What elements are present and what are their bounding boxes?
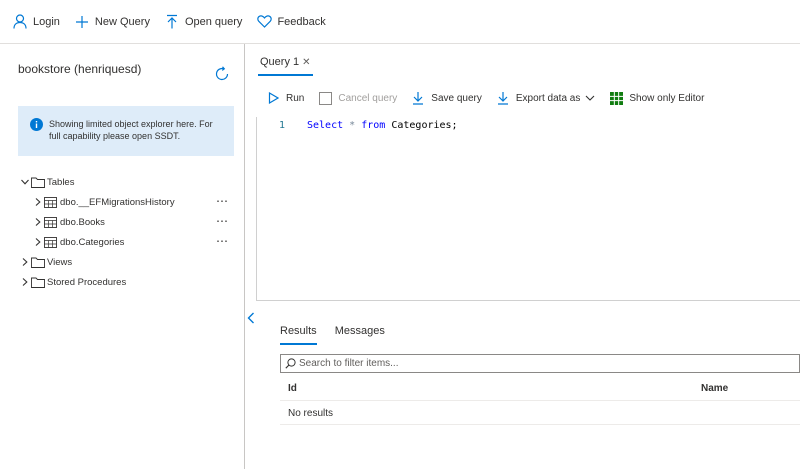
tab-results[interactable]: Results	[280, 325, 317, 345]
tree-node-table[interactable]: dbo.__EFMigrationsHistory	[33, 192, 175, 212]
code-identifier: Categories;	[391, 120, 458, 131]
tree-label-stored-procedures: Stored Procedures	[47, 276, 127, 288]
export-data-button[interactable]: Export data as	[496, 91, 595, 105]
info-message: Showing limited object explorer here. Fo…	[49, 119, 213, 141]
chevron-down-icon	[585, 94, 595, 102]
tree-label-views: Views	[47, 256, 73, 268]
results-tabs: Results Messages	[280, 325, 403, 345]
table-name: dbo.Categories	[60, 236, 125, 248]
chevron-right-icon	[33, 237, 43, 247]
plus-icon	[74, 14, 90, 30]
tab-label: Query 1	[260, 56, 300, 68]
grid-header: Id Name	[280, 377, 800, 401]
chevron-right-icon	[33, 197, 43, 207]
open-query-button[interactable]: Open query	[164, 10, 242, 34]
tree-node-views[interactable]: Views	[20, 252, 72, 272]
results-grid: Id Name No results	[280, 377, 800, 425]
empty-results-text: No results	[288, 408, 334, 419]
chevron-right-icon	[20, 257, 30, 267]
refresh-icon[interactable]	[214, 66, 230, 82]
code-keyword: Select	[307, 120, 344, 131]
grid-icon	[609, 91, 623, 105]
table-icon	[44, 236, 58, 248]
folder-icon	[31, 257, 45, 268]
close-icon[interactable]: ✕	[302, 57, 310, 68]
new-query-button[interactable]: New Query	[74, 10, 150, 34]
line-number: 1	[279, 120, 286, 131]
column-header-id[interactable]: Id	[288, 383, 297, 394]
search-icon	[285, 358, 296, 369]
object-explorer: bookstore (henriquesd) Showing limited o…	[0, 44, 245, 469]
database-title: bookstore (henriquesd)	[18, 62, 142, 76]
cancel-query-label: Cancel query	[338, 92, 398, 104]
run-button[interactable]: Run	[266, 91, 304, 105]
table-icon	[44, 196, 58, 208]
open-query-label: Open query	[184, 15, 243, 28]
stop-icon	[318, 91, 332, 105]
chevron-right-icon	[33, 217, 43, 227]
table-name: dbo.Books	[60, 216, 105, 228]
feedback-button[interactable]: Feedback	[256, 10, 326, 34]
folder-icon	[31, 177, 45, 188]
upload-icon	[164, 14, 180, 30]
tab-query-1[interactable]: Query 1 ✕	[258, 50, 313, 76]
login-label: Login	[33, 15, 60, 28]
filter-box	[280, 354, 800, 373]
tab-messages[interactable]: Messages	[335, 325, 385, 345]
code-line: Select * from Categories;	[307, 120, 458, 131]
code-keyword: from	[361, 120, 386, 131]
export-data-label: Export data as	[515, 92, 581, 104]
more-options-icon[interactable]: ⋯	[216, 194, 228, 208]
new-query-label: New Query	[94, 15, 150, 28]
tree-node-table[interactable]: dbo.Books	[33, 212, 105, 232]
code-operator: *	[349, 120, 356, 131]
person-icon	[12, 14, 28, 30]
download-icon	[411, 91, 425, 105]
folder-icon	[31, 277, 45, 288]
download-icon	[496, 91, 510, 105]
more-options-icon[interactable]: ⋯	[216, 234, 228, 248]
tree-node-table[interactable]: dbo.Categories	[33, 232, 124, 252]
play-icon	[266, 91, 280, 105]
tree-node-stored-procedures[interactable]: Stored Procedures	[20, 272, 126, 292]
run-label: Run	[286, 92, 305, 104]
tree-node-tables[interactable]: Tables	[20, 172, 74, 192]
editor-toolbar: Run Cancel query Save query Export data …	[266, 88, 718, 108]
show-only-editor-label: Show only Editor	[629, 92, 705, 104]
code-editor[interactable]: 1 Select * from Categories;	[256, 117, 800, 301]
feedback-label: Feedback	[277, 15, 326, 28]
save-query-button[interactable]: Save query	[411, 91, 482, 105]
show-only-editor-button[interactable]: Show only Editor	[609, 91, 704, 105]
table-name: dbo.__EFMigrationsHistory	[60, 196, 175, 208]
column-header-name[interactable]: Name	[701, 383, 728, 394]
save-query-label: Save query	[431, 92, 482, 104]
info-icon	[30, 118, 43, 131]
more-options-icon[interactable]: ⋯	[216, 214, 228, 228]
filter-input[interactable]	[299, 358, 779, 369]
heart-icon	[256, 14, 272, 30]
collapse-chevron-icon[interactable]	[246, 311, 258, 327]
empty-results-row: No results	[280, 401, 800, 425]
chevron-down-icon	[20, 177, 30, 187]
cancel-query-button[interactable]: Cancel query	[318, 91, 397, 105]
table-icon	[44, 216, 58, 228]
top-toolbar: Login New Query Open query Feedback	[0, 0, 800, 44]
query-editor-panel: Query 1 ✕ Run Cancel query Save query Ex…	[246, 44, 800, 469]
tree-label-tables: Tables	[47, 176, 75, 188]
login-button[interactable]: Login	[12, 10, 60, 34]
chevron-right-icon	[20, 277, 30, 287]
info-banner: Showing limited object explorer here. Fo…	[18, 106, 234, 156]
